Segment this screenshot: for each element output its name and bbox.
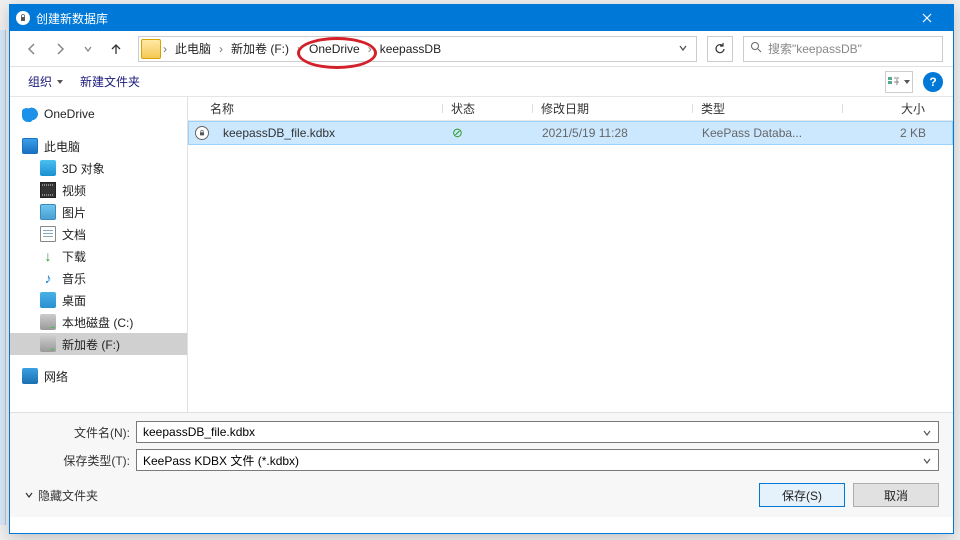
breadcrumb-sep: › <box>161 42 169 56</box>
footer: 文件名(N): keepassDB_file.kdbx 保存类型(T): Kee… <box>10 412 953 517</box>
keepass-file-icon <box>195 126 209 140</box>
arrow-right-icon <box>53 42 67 56</box>
chevron-down-icon <box>24 490 34 500</box>
sidebar-drive-f[interactable]: 新加卷 (F:) <box>10 333 187 355</box>
col-type[interactable]: 类型 <box>693 100 843 117</box>
cloud-icon <box>22 106 38 122</box>
save-button[interactable]: 保存(S) <box>759 483 845 507</box>
film-icon <box>40 182 56 198</box>
close-icon <box>922 13 932 23</box>
filename-label: 文件名(N): <box>24 424 136 441</box>
sidebar-videos[interactable]: 视频 <box>10 179 187 201</box>
sidebar-downloads[interactable]: ↓下载 <box>10 245 187 267</box>
col-date[interactable]: 修改日期 <box>533 100 693 117</box>
cancel-button[interactable]: 取消 <box>853 483 939 507</box>
folder-icon <box>141 39 161 59</box>
col-size[interactable]: 大小 <box>843 100 933 117</box>
crumb-onedrive[interactable]: OneDrive <box>303 37 366 61</box>
col-status[interactable]: 状态 <box>443 100 533 117</box>
sidebar-pictures[interactable]: 图片 <box>10 201 187 223</box>
recent-dropdown[interactable] <box>76 37 100 61</box>
address-dropdown[interactable] <box>670 42 696 56</box>
address-bar[interactable]: › 此电脑 › 新加卷 (F:) › OneDrive › keepassDB <box>138 36 697 62</box>
filetype-label: 保存类型(T): <box>24 452 136 469</box>
drive-icon <box>40 336 56 352</box>
sync-ok-icon: ⊘ <box>452 125 463 140</box>
chevron-down-icon <box>83 44 93 54</box>
forward-button[interactable] <box>48 37 72 61</box>
sidebar-thispc[interactable]: 此电脑 <box>10 135 187 157</box>
view-mode-button[interactable] <box>885 71 913 93</box>
pc-icon <box>22 138 38 154</box>
body: OneDrive 此电脑 3D 对象 视频 图片 文档 ↓下载 ♪音乐 桌面 本… <box>10 97 953 412</box>
search-icon <box>750 41 762 56</box>
toolbar: 组织 新建文件夹 ? <box>10 67 953 97</box>
arrow-left-icon <box>25 42 39 56</box>
search-placeholder: 搜索"keepassDB" <box>768 40 862 57</box>
drive-icon <box>40 314 56 330</box>
file-list: 名称 状态 修改日期 类型 大小 keepassDB_file.kdbx ⊘ 2… <box>188 97 953 412</box>
music-note-icon: ♪ <box>40 270 56 286</box>
save-dialog-window: 创建新数据库 › 此电脑 › 新加卷 (F:) › OneDrive › kee… <box>9 4 954 534</box>
arrow-up-icon <box>109 42 123 56</box>
triangle-down-icon <box>56 78 64 86</box>
col-name[interactable]: 名称 <box>188 100 443 117</box>
refresh-icon <box>713 42 727 56</box>
sidebar-resize-handle[interactable] <box>185 97 188 412</box>
crumb-drive[interactable]: 新加卷 (F:) <box>225 37 295 61</box>
nav-row: › 此电脑 › 新加卷 (F:) › OneDrive › keepassDB … <box>10 31 953 67</box>
sidebar-onedrive[interactable]: OneDrive <box>10 103 187 125</box>
organize-button[interactable]: 组织 <box>20 69 72 94</box>
chevron-down-icon <box>678 43 688 53</box>
sidebar-network[interactable]: 网络 <box>10 365 187 387</box>
hide-folders-toggle[interactable]: 隐藏文件夹 <box>24 487 98 504</box>
sidebar-3d-objects[interactable]: 3D 对象 <box>10 157 187 179</box>
file-date: 2021/5/19 11:28 <box>534 126 694 140</box>
sidebar-drive-c[interactable]: 本地磁盘 (C:) <box>10 311 187 333</box>
view-list-icon <box>887 76 901 88</box>
column-header-row: 名称 状态 修改日期 类型 大小 <box>188 97 953 121</box>
picture-icon <box>40 204 56 220</box>
crumb-keepassdb[interactable]: keepassDB <box>374 37 447 61</box>
file-status: ⊘ <box>444 125 534 141</box>
background-edge <box>0 30 6 525</box>
refresh-button[interactable] <box>707 36 733 62</box>
filetype-select[interactable]: KeePass KDBX 文件 (*.kdbx) <box>136 449 939 471</box>
desktop-icon <box>40 292 56 308</box>
sidebar-desktop[interactable]: 桌面 <box>10 289 187 311</box>
file-size: 2 KB <box>844 126 934 140</box>
window-title: 创建新数据库 <box>36 10 907 27</box>
chevron-down-icon <box>922 456 932 466</box>
cube-icon <box>40 160 56 176</box>
filetype-dropdown[interactable] <box>919 453 935 469</box>
filename-input[interactable]: keepassDB_file.kdbx <box>136 421 939 443</box>
network-icon <box>22 368 38 384</box>
titlebar[interactable]: 创建新数据库 <box>10 5 953 31</box>
search-box[interactable]: 搜索"keepassDB" <box>743 36 943 62</box>
sidebar-music[interactable]: ♪音乐 <box>10 267 187 289</box>
up-button[interactable] <box>104 37 128 61</box>
file-type: KeePass Databa... <box>694 126 844 140</box>
new-folder-button[interactable]: 新建文件夹 <box>72 69 148 94</box>
app-icon <box>16 11 30 25</box>
sidebar-documents[interactable]: 文档 <box>10 223 187 245</box>
document-icon <box>40 226 56 242</box>
download-icon: ↓ <box>40 248 56 264</box>
close-button[interactable] <box>907 5 947 31</box>
chevron-down-icon <box>922 428 932 438</box>
triangle-down-icon <box>903 78 911 86</box>
file-row[interactable]: keepassDB_file.kdbx ⊘ 2021/5/19 11:28 Ke… <box>188 121 953 145</box>
back-button[interactable] <box>20 37 44 61</box>
filename-dropdown[interactable] <box>919 425 935 441</box>
sidebar: OneDrive 此电脑 3D 对象 视频 图片 文档 ↓下载 ♪音乐 桌面 本… <box>10 97 188 412</box>
crumb-thispc[interactable]: 此电脑 <box>169 37 217 61</box>
file-name: keepassDB_file.kdbx <box>215 126 444 140</box>
help-button[interactable]: ? <box>923 72 943 92</box>
